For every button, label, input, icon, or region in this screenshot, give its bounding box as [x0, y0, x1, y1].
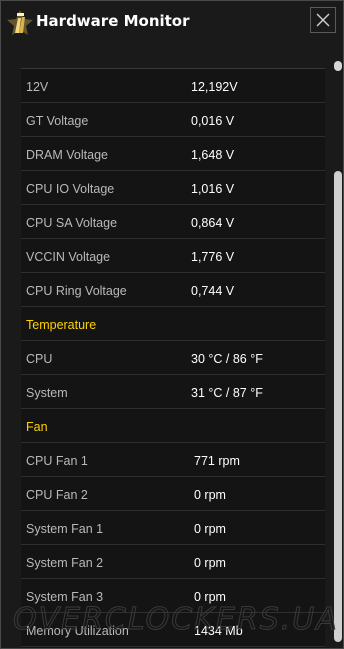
- scroll-up-button[interactable]: [334, 61, 342, 71]
- sensor-label: Memory Utilization: [26, 624, 129, 638]
- sensor-value: 31 °C / 87 °F: [191, 386, 263, 400]
- sensor-value: 0 rpm: [194, 556, 226, 570]
- section-title: Temperature: [26, 318, 97, 332]
- title-bar[interactable]: Hardware Monitor: [1, 1, 343, 45]
- sensor-row: CPU Fan 2 0 rpm: [21, 477, 325, 511]
- sensor-value: 0,864 V: [191, 216, 235, 230]
- section-header: Fan: [21, 409, 325, 443]
- window-title: Hardware Monitor: [36, 12, 190, 30]
- sensor-label: GT Voltage: [26, 114, 89, 128]
- sensor-value: 1,776 V: [191, 250, 235, 264]
- sensor-label: System Fan 2: [26, 556, 104, 570]
- sensor-row: CPU SA Voltage 0,864 V: [21, 205, 325, 239]
- section-title: Fan: [26, 420, 48, 434]
- sensor-label: CPU Fan 2: [26, 488, 88, 502]
- sensor-row: CPU Ring Voltage 0,744 V: [21, 273, 325, 307]
- sensor-value: 0,016 V: [191, 114, 235, 128]
- sensor-label: VCCIN Voltage: [26, 250, 111, 264]
- sensor-value: 1434 Mb: [194, 624, 243, 638]
- sensor-label: CPU Fan 1: [26, 454, 88, 468]
- sensor-value: 0,744 V: [191, 284, 235, 298]
- sensor-value: 12,192V: [191, 80, 238, 94]
- sensor-value: 30 °C / 86 °F: [191, 352, 263, 366]
- sensor-label: DRAM Voltage: [26, 148, 108, 162]
- sensor-row: Memory Utilization 1434 Mb: [21, 613, 325, 647]
- sensor-label: System Fan 3: [26, 590, 104, 604]
- sensor-value: 1,016 V: [191, 182, 235, 196]
- hardware-monitor-window: Hardware Monitor 12V 12,192V GT Voltage 0,0…: [0, 0, 344, 649]
- sensor-row: System Fan 3 0 rpm: [21, 579, 325, 613]
- sensor-row: CPU 30 °C / 86 °F: [21, 341, 325, 375]
- scrollbar-thumb[interactable]: [334, 171, 342, 642]
- sensor-value: 0 rpm: [194, 522, 226, 536]
- sensor-list[interactable]: 12V 12,192V GT Voltage 0,016 V DRAM Voltage 1…: [21, 69, 325, 648]
- sensor-label: CPU SA Voltage: [26, 216, 118, 230]
- sensor-row: VCCIN Voltage 1,776 V: [21, 239, 325, 273]
- sensor-row: System Fan 1 0 rpm: [21, 511, 325, 545]
- sensor-value: 0 rpm: [194, 488, 226, 502]
- sensor-label: CPU: [26, 352, 53, 366]
- sensor-label: CPU IO Voltage: [26, 182, 115, 196]
- sensor-row: 12V 12,192V: [21, 69, 325, 103]
- sensor-row: System 31 °C / 87 °F: [21, 375, 325, 409]
- sensor-label: 12V: [26, 80, 49, 94]
- close-icon: [316, 13, 330, 27]
- sensor-row: CPU Fan 1 771 rpm: [21, 443, 325, 477]
- sensor-value: 0 rpm: [194, 590, 226, 604]
- sensor-row: System Fan 2 0 rpm: [21, 545, 325, 579]
- sensor-label: System: [26, 386, 68, 400]
- sensor-row: CPU IO Voltage 1,016 V: [21, 171, 325, 205]
- sensor-label: CPU Ring Voltage: [26, 284, 127, 298]
- marker-logo-icon: [7, 10, 33, 35]
- sensor-row: DRAM Voltage 1,648 V: [21, 137, 325, 171]
- sensor-row: GT Voltage 0,016 V: [21, 103, 325, 137]
- section-header: Temperature: [21, 307, 325, 341]
- sensor-label: System Fan 1: [26, 522, 104, 536]
- close-button[interactable]: [310, 7, 336, 33]
- sensor-value: 1,648 V: [191, 148, 235, 162]
- sensor-value: 771 rpm: [194, 454, 240, 468]
